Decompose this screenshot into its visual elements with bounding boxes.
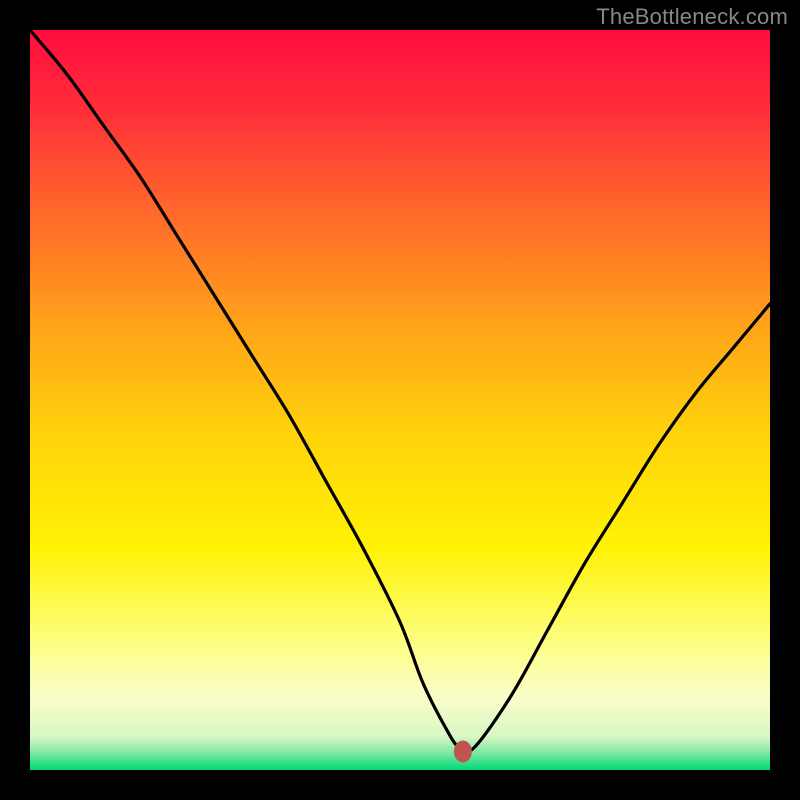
watermark-text: TheBottleneck.com [596,4,788,30]
optimal-point-marker [454,741,472,763]
chart-frame: TheBottleneck.com [0,0,800,800]
bottleneck-chart [0,0,800,800]
plot-background [30,30,770,770]
